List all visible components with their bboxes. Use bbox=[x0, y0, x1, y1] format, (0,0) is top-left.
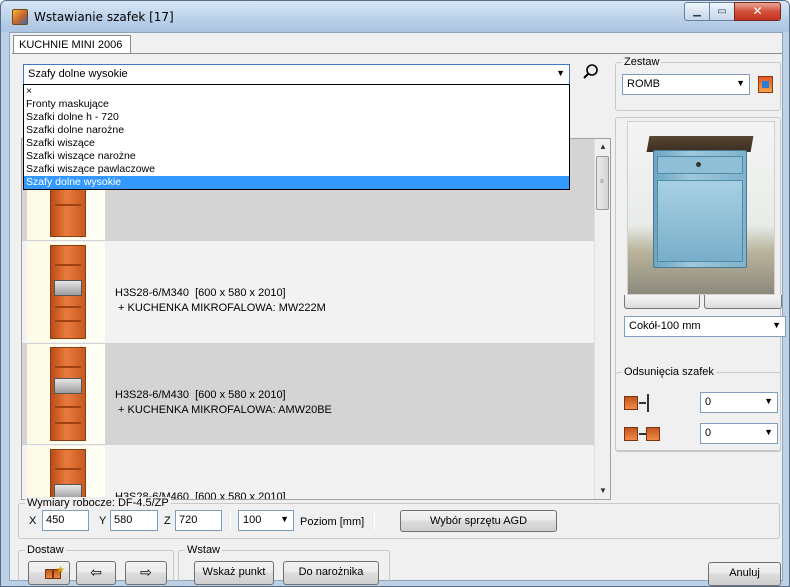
chevron-down-icon[interactable]: ▼ bbox=[764, 396, 773, 406]
level-label: Poziom [mm] bbox=[300, 516, 365, 528]
maximize-button[interactable]: ▭ bbox=[709, 2, 735, 21]
to-corner-button[interactable]: Do narożnika bbox=[283, 561, 379, 585]
zestaw-legend: Zestaw bbox=[622, 56, 662, 68]
scroll-down-icon[interactable]: ▼ bbox=[595, 483, 610, 499]
separator bbox=[374, 512, 375, 530]
level-combo-value: 100 bbox=[243, 514, 262, 526]
odsuniecia-legend: Odsunięcia szafek bbox=[622, 366, 716, 378]
list-item[interactable]: H3S28-6/M430 [600 x 580 x 2010] + KUCHEN… bbox=[22, 343, 595, 445]
fronty-button[interactable] bbox=[624, 295, 700, 309]
dropdown-option-selected[interactable]: Szafy dolne wysokie bbox=[24, 176, 569, 189]
dropdown-option[interactable]: Szafki wiszące narożne bbox=[24, 150, 569, 163]
add-cabinet-icon: ★ bbox=[45, 565, 65, 579]
category-combo-value: Szafy dolne wysokie bbox=[28, 68, 128, 80]
grip-icon: ≡ bbox=[600, 179, 604, 185]
category-dropdown-list: × Fronty maskujące Szafki dolne h - 720 … bbox=[23, 84, 570, 190]
chevron-down-icon[interactable]: ▼ bbox=[556, 68, 565, 78]
dialog-client: KUCHNIE MINI 2006 Szafy dolne wysokie ▼ … bbox=[9, 32, 786, 586]
wstaw-group: Wstaw Wskaż punkt Do narożnika bbox=[178, 544, 390, 586]
zestaw-combo-value: ROMB bbox=[627, 78, 660, 90]
chevron-down-icon[interactable]: ▼ bbox=[772, 320, 781, 330]
gap-left-value: 0 bbox=[705, 396, 712, 408]
wstaw-legend: Wstaw bbox=[185, 544, 222, 556]
chevron-down-icon[interactable]: ▼ bbox=[280, 514, 289, 524]
cabinet-thumbnail bbox=[27, 446, 105, 499]
arrow-right-icon: ⇨ bbox=[140, 564, 152, 580]
list-item[interactable]: H3S28-6/M460 [600 x 580 x 2010] bbox=[22, 445, 595, 499]
cancel-button[interactable]: Anuluj bbox=[708, 562, 781, 586]
pick-point-button[interactable]: Wskaż punkt bbox=[194, 561, 274, 585]
tab-pane: Szafy dolne wysokie ▼ × Fronty maskujące… bbox=[12, 53, 786, 586]
cabinet-list[interactable]: H3S28-6/M340 [600 x 580 x 2010] + KUCHEN… bbox=[21, 138, 611, 500]
z-input[interactable]: 720 bbox=[175, 510, 222, 531]
agd-selection-button[interactable]: Wybór sprzętu AGD bbox=[400, 510, 557, 532]
chevron-down-icon[interactable]: ▼ bbox=[736, 78, 745, 88]
tab-kuchnie-mini[interactable]: KUCHNIE MINI 2006 bbox=[13, 35, 131, 54]
cabinet-thumbnail bbox=[27, 242, 105, 342]
title-bar[interactable]: Wstawianie szafek [17] ▁ ▭ ✕ bbox=[1, 1, 789, 32]
add-cabinet-button[interactable]: ★ bbox=[28, 561, 70, 585]
dropdown-option[interactable]: Szafki dolne narożne bbox=[24, 124, 569, 137]
gap-left-icon bbox=[624, 394, 660, 412]
chevron-down-icon[interactable]: ▼ bbox=[764, 427, 773, 437]
window-title: Wstawianie szafek [17] bbox=[34, 10, 174, 24]
y-input[interactable]: 580 bbox=[110, 510, 158, 531]
dimensions-group: Wymiary robocze: DF-4.5/ZP X 450 Y 580 Z… bbox=[18, 497, 780, 539]
dropdown-option[interactable]: Fronty maskujące bbox=[24, 98, 569, 111]
x-input[interactable]: 450 bbox=[42, 510, 89, 531]
cabinet-image bbox=[50, 347, 86, 441]
detale-button[interactable] bbox=[704, 295, 782, 309]
catalog-icon[interactable] bbox=[758, 76, 773, 93]
gap-between-icon bbox=[624, 425, 660, 443]
dostaw-group: Dostaw ★ ⇦ ⇨ bbox=[18, 544, 174, 586]
dropdown-option[interactable]: Szafki dolne h - 720 bbox=[24, 111, 569, 124]
search-button[interactable] bbox=[580, 63, 602, 85]
cabinet-image bbox=[50, 245, 86, 339]
search-icon bbox=[583, 64, 598, 79]
z-label: Z bbox=[164, 515, 171, 527]
cokol-combo[interactable]: Cokół-100 mm ▼ bbox=[624, 316, 786, 337]
dostaw-legend: Dostaw bbox=[25, 544, 66, 556]
level-combo[interactable]: 100 ▼ bbox=[238, 510, 294, 531]
dropdown-option[interactable]: Szafki wiszące pawlaczowe bbox=[24, 163, 569, 176]
y-label: Y bbox=[99, 515, 107, 527]
star-icon: ★ bbox=[56, 565, 65, 576]
gap-between-combo[interactable]: 0 ▼ bbox=[700, 423, 778, 444]
add-left-button[interactable]: ⇦ bbox=[76, 561, 116, 585]
list-item-text: H3S28-6/M430 [600 x 580 x 2010] + KUCHEN… bbox=[115, 389, 332, 416]
list-item-text: H3S28-6/M340 [600 x 580 x 2010] + KUCHEN… bbox=[115, 287, 326, 314]
x-label: X bbox=[29, 515, 37, 527]
cabinet-thumbnail bbox=[27, 344, 105, 444]
zestaw-combo[interactable]: ROMB ▼ bbox=[622, 74, 750, 95]
category-combo[interactable]: Szafy dolne wysokie ▼ bbox=[23, 64, 570, 85]
gap-between-value: 0 bbox=[705, 427, 712, 439]
scrollbar-thumb[interactable]: ≡ bbox=[596, 156, 609, 210]
cabinet-preview-image bbox=[627, 121, 775, 295]
scroll-up-icon[interactable]: ▲ bbox=[595, 139, 610, 155]
cabinet-image bbox=[50, 449, 86, 499]
separator bbox=[230, 512, 231, 530]
dialog-window: Wstawianie szafek [17] ▁ ▭ ✕ KUCHNIE MIN… bbox=[0, 0, 790, 587]
dimensions-legend: Wymiary robocze: DF-4.5/ZP bbox=[25, 497, 171, 509]
minimize-button[interactable]: ▁ bbox=[684, 2, 710, 21]
gap-left-combo[interactable]: 0 ▼ bbox=[700, 392, 778, 413]
close-button[interactable]: ✕ bbox=[734, 2, 781, 21]
zestaw-group: Zestaw ROMB ▼ bbox=[615, 56, 781, 111]
list-item[interactable]: H3S28-6/M340 [600 x 580 x 2010] + KUCHEN… bbox=[22, 241, 595, 343]
arrow-left-icon: ⇦ bbox=[90, 564, 102, 580]
app-icon bbox=[12, 9, 28, 25]
list-scrollbar[interactable]: ▲ ≡ ▼ bbox=[594, 139, 610, 499]
add-right-button[interactable]: ⇨ bbox=[125, 561, 167, 585]
odsuniecia-group: Odsunięcia szafek 0 ▼ 0 ▼ bbox=[615, 366, 781, 452]
dropdown-option[interactable]: Szafki wiszące bbox=[24, 137, 569, 150]
dropdown-option[interactable]: × bbox=[24, 85, 569, 98]
cokol-combo-value: Cokół-100 mm bbox=[629, 320, 701, 332]
